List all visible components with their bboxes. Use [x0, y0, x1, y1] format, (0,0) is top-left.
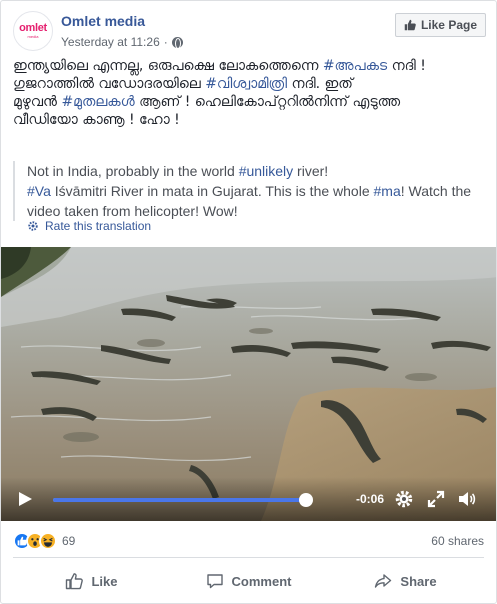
reaction-count: 69	[62, 534, 76, 548]
hashtag-link[interactable]: #മുതലകൾ	[61, 94, 134, 110]
thumb-up-icon	[404, 19, 416, 31]
timestamp-link[interactable]: Yesterday at 11:26	[61, 35, 160, 49]
post-text-segment: നദി. ഇത്	[287, 76, 353, 92]
video-progress-bar[interactable]	[53, 493, 313, 507]
post-meta: Yesterday at 11:26 ·	[61, 35, 183, 49]
post-text-segment: മുഴുവൻ	[13, 94, 62, 110]
share-button[interactable]: Share	[327, 561, 484, 601]
post-actions: Like Comment Share	[13, 561, 484, 601]
avatar-logo-text: omlet	[19, 22, 47, 34]
translation-line-2: #Va Iśvāmitri River in mata in Gujarat. …	[27, 181, 488, 201]
translation-block: Not in India, probably in the world #unl…	[13, 161, 488, 221]
globe-icon[interactable]	[171, 36, 183, 49]
page-name-link[interactable]: Omlet media	[61, 13, 145, 29]
translation-line-3: video taken from helicopter! Wow!	[27, 203, 238, 219]
gear-icon	[28, 221, 38, 231]
video-controls: -0:06	[1, 477, 496, 521]
post-text-segment: ഇന്ത്യയിലെ എന്നല്ല, ഒരുപക്ഷെ ലോകത്തെന്നെ	[13, 58, 323, 74]
play-icon[interactable]	[17, 491, 33, 507]
time-remaining: -0:06	[356, 492, 385, 506]
translation-segment: ! Watch the	[400, 183, 472, 199]
video-progress-fill	[53, 498, 306, 502]
translation-segment: Not in India, probably in the world	[27, 163, 239, 179]
shares-count[interactable]: 60 shares	[431, 534, 484, 548]
post-line-2: ഗുജറാത്തിൽ വഡോദരയിലെ #വിശ്വാമിത്രി നദി. …	[13, 75, 483, 93]
post-text-segment: ഗുജറാത്തിൽ വഡോദരയിലെ	[13, 76, 206, 92]
avatar-logo-sub: media	[27, 34, 39, 39]
post-line-4: വീഡിയോ കാണൂ ! ഹോ !	[13, 112, 180, 128]
like-page-label: Like Page	[420, 18, 477, 32]
post-header: omlet media Omlet media Yesterday at 11:…	[13, 11, 486, 55]
volume-icon[interactable]	[457, 489, 477, 509]
haha-reaction-icon	[39, 532, 57, 550]
share-label: Share	[400, 573, 437, 589]
rate-translation-row[interactable]: Rate this translation	[27, 219, 151, 233]
thumb-up-icon	[66, 573, 84, 590]
translation-segment: river!	[293, 163, 329, 179]
divider	[13, 557, 484, 558]
like-label: Like	[91, 573, 118, 589]
video-progress-handle[interactable]	[298, 493, 313, 507]
hashtag-link[interactable]: #ma	[374, 183, 401, 199]
like-button[interactable]: Like	[13, 561, 170, 601]
video-player[interactable]: -0:06	[1, 247, 496, 521]
reactions-summary[interactable]: 69	[13, 531, 75, 551]
hashtag-link[interactable]: #അപകട	[323, 58, 387, 74]
settings-gear-icon[interactable]	[394, 489, 414, 509]
comment-button[interactable]: Comment	[170, 561, 327, 601]
hashtag-link[interactable]: #unlikely	[239, 163, 293, 179]
avatar[interactable]: omlet media	[13, 11, 53, 51]
post-card: omlet media Omlet media Yesterday at 11:…	[0, 0, 497, 604]
post-text-segment: നദി !	[387, 58, 426, 74]
translation-segment: Iśvāmitri River in mata in Gujarat. This…	[50, 183, 374, 199]
comment-icon	[206, 574, 223, 589]
post-text-segment: ആണ് ! ഹെലികോപ്റ്ററിൽനിന്ന് എടുത്ത	[134, 94, 401, 110]
rate-translation-link[interactable]: Rate this translation	[45, 219, 151, 233]
like-page-button[interactable]: Like Page	[394, 13, 486, 37]
post-text: ഇന്ത്യയിലെ എന്നല്ല, ഒരുപക്ഷെ ലോകത്തെന്നെ…	[13, 57, 483, 129]
comment-label: Comment	[231, 573, 292, 589]
meta-separator: ·	[163, 35, 168, 49]
hashtag-link[interactable]: #വിശ്വാമിത്രി	[205, 76, 287, 92]
translation-line-1: Not in India, probably in the world #unl…	[27, 161, 488, 181]
post-line-3: മുഴുവൻ #മുതലകൾ ആണ് ! ഹെലികോപ്റ്ററിൽനിന്ന…	[13, 93, 483, 111]
fullscreen-icon[interactable]	[426, 489, 446, 509]
post-line-1: ഇന്ത്യയിലെ എന്നല്ല, ഒരുപക്ഷെ ലോകത്തെന്നെ…	[13, 57, 483, 75]
share-arrow-icon	[375, 574, 392, 588]
hashtag-link[interactable]: #Va	[27, 183, 51, 199]
